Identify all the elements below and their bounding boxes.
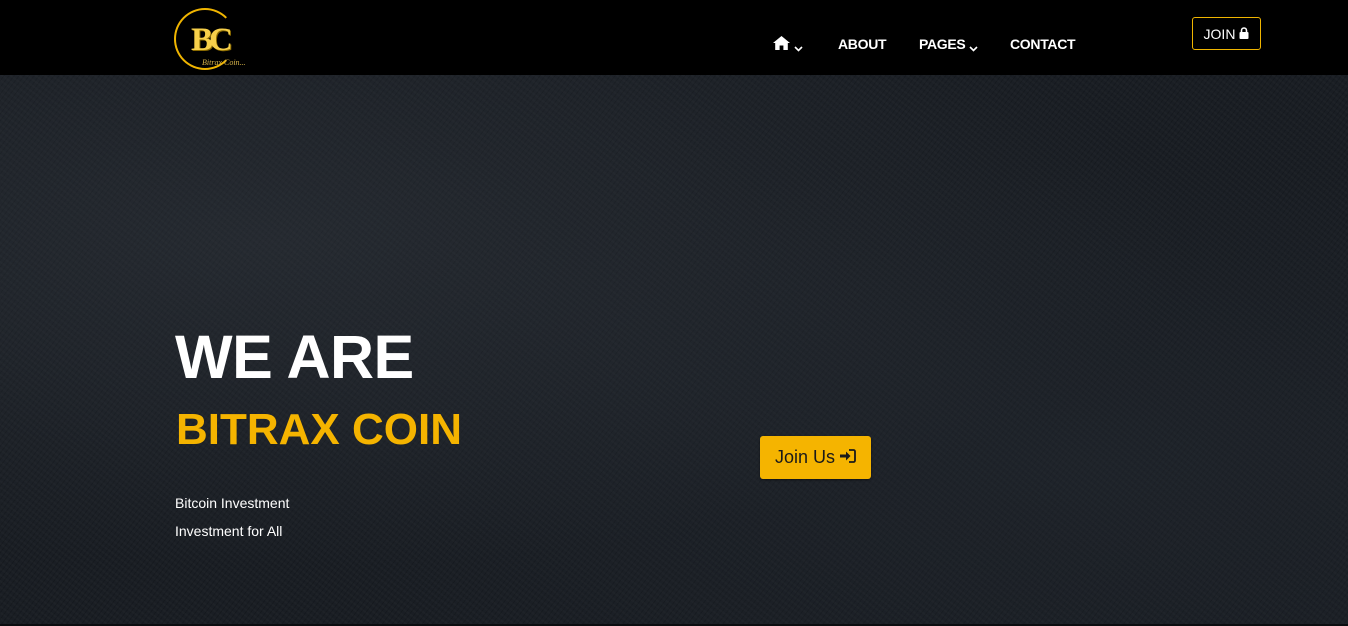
logo-subtext: Bitrax Coin... — [202, 58, 246, 67]
nav-about-label: ABOUT — [838, 36, 887, 52]
lock-icon — [1239, 26, 1249, 42]
home-icon — [773, 35, 790, 53]
hero-subtitle: BITRAX COIN — [176, 405, 462, 454]
nav-pages-label: PAGES — [919, 36, 966, 52]
nav-contact[interactable]: CONTACT — [1010, 33, 1076, 55]
nav-about[interactable]: ABOUT — [838, 33, 887, 55]
logo-letters: BC — [191, 22, 233, 58]
join-us-button[interactable]: Join Us — [760, 436, 871, 479]
hero-tagline-1: Bitcoin Investment — [175, 495, 290, 511]
join-us-label: Join Us — [774, 447, 836, 467]
hero-title: WE ARE — [175, 323, 414, 391]
chevron-down-icon — [969, 40, 979, 52]
hero-section: WE ARE BITRAX COIN Bitcoin Investment In… — [0, 75, 1348, 626]
nav-contact-label: CONTACT — [1010, 36, 1076, 52]
chevron-down-icon — [794, 40, 803, 52]
top-navbar: BC Bitrax Coin... ABOUT PAGES CONTACT JO… — [0, 0, 1348, 75]
brand-logo[interactable]: BC Bitrax Coin... — [174, 6, 248, 72]
sign-in-icon — [840, 447, 856, 468]
nav-home[interactable] — [773, 33, 803, 55]
join-button-label: JOIN — [1203, 25, 1236, 42]
nav-pages[interactable]: PAGES — [919, 33, 979, 55]
hero-tagline-2: Investment for All — [175, 523, 283, 539]
join-button[interactable]: JOIN — [1192, 17, 1261, 50]
